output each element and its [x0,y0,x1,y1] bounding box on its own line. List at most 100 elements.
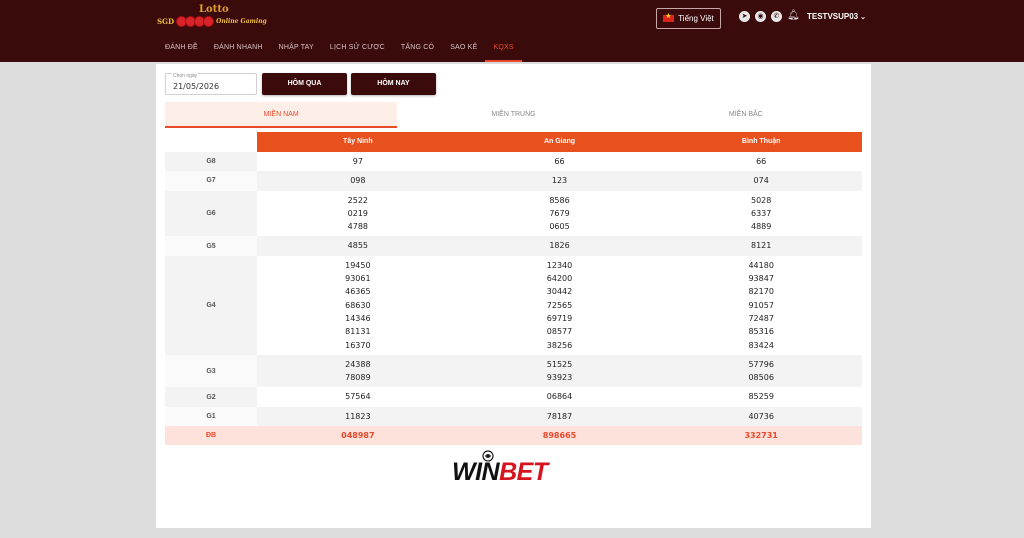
result-cell: 8586 7679 0605 [459,191,661,237]
results-body: G8 97 66 66 G7 098 123 074 G6 2522 0219 4788 8586 767… [165,152,863,446]
nav-item-danh-nhanh[interactable]: ĐÁNH NHANH [206,40,271,62]
table-row: G1 11823 78187 40736 [165,406,863,427]
username: TESTVSUP03 [807,12,859,21]
result-number: 81131 [345,327,371,337]
result-number: 93923 [546,373,573,383]
user-menu[interactable]: TESTVSUP03 ⌄ [807,12,866,21]
result-number: 78187 [546,411,573,421]
prize-label: G1 [165,406,257,427]
result-cell: 97 [257,152,459,171]
result-number: 11823 [345,411,371,421]
result-number: 08577 [546,327,573,337]
header: Lotto SGD Online Gaming ĐÁNH ĐỀ ĐÁNH NHA… [0,0,1024,62]
result-number: 46365 [345,287,371,297]
prize-label: G8 [165,152,257,172]
result-number: 40736 [748,411,774,421]
result-number: 91057 [748,300,774,310]
result-number: 85316 [748,327,774,337]
prize-label: ĐB [165,426,257,446]
result-number: 5028 [751,195,772,205]
result-cell: 57796 08506 [660,354,863,388]
result-number: 16370 [345,340,371,350]
table-row: G2 57564 06864 85259 [165,387,862,407]
results-header: Tây Ninh An Giang Bình Thuận [165,132,863,152]
header-spacer [165,132,257,152]
province-header: An Giang [458,132,661,152]
telegram-icon[interactable]: ➤ [739,11,750,22]
region-tabs: MIỀN NAM MIỀN TRUNG MIỀN BẮC [165,102,862,128]
result-number: 14346 [345,313,371,323]
logo-post-text: Online Gaming [216,18,267,25]
prize-label: G2 [165,387,257,407]
result-cell: 2522 0219 4788 [257,191,459,237]
prize-label: G3 [165,354,257,388]
result-cell: 8121 [660,236,863,256]
winbet-watermark: WINBET [452,450,572,490]
prize-label: G5 [165,236,257,256]
result-cell: 074 [660,171,863,191]
date-picker[interactable]: Chọn ngày 21/05/2026 [165,73,257,95]
result-number: 7679 [549,208,570,218]
result-number: 8121 [751,241,772,251]
result-number: 44180 [748,260,774,270]
result-number: 93847 [748,274,774,284]
date-picker-value: 21/05/2026 [173,82,220,91]
result-number: 57796 [748,359,774,369]
result-cell: 4855 [257,236,459,256]
nav-item-danh-de[interactable]: ĐÁNH ĐỀ [157,40,206,62]
nav-item-nhap-tay[interactable]: NHẬP TAY [271,40,322,62]
result-number: 4889 [751,222,772,232]
nav-item-lich-su-cuoc[interactable]: LỊCH SỬ CƯỢC [322,40,393,62]
logo[interactable]: Lotto SGD Online Gaming [157,4,267,30]
result-cell: 24388 78089 [257,354,459,388]
nav-item-kqxs[interactable]: KQXS [485,40,522,62]
result-cell: 123 [458,171,661,191]
result-number: 68630 [345,300,371,310]
result-number: 2522 [347,195,369,205]
results-table: Tây Ninh An Giang Bình Thuận G8 97 66 66 G7 0… [165,132,863,446]
result-number: 0605 [549,222,570,232]
tab-mien-trung[interactable]: MIỀN TRUNG [397,102,629,128]
result-number: 1826 [549,241,570,251]
viber-icon[interactable]: ◉ [755,11,766,22]
watermark-text: WINBET [452,458,548,487]
table-row: G7 098 123 074 [165,171,863,191]
result-cell: 898665 [458,426,661,446]
result-cell: 57564 [257,387,459,406]
result-cell: 12340 64200 30442 72565 69719 08577 38256 [459,256,661,355]
whatsapp-icon[interactable]: ✆ [771,11,782,22]
watermark-bet: BET [499,458,548,486]
bell-icon[interactable]: 🔔︎ [787,10,800,22]
result-cell: 098 [257,171,459,191]
result-number: 4788 [347,222,369,232]
province-header: Tây Ninh [257,132,459,152]
result-number: 898665 [542,431,577,441]
main-nav: ĐÁNH ĐỀ ĐÁNH NHANH NHẬP TAY LỊCH SỬ CƯỢC… [157,40,522,62]
today-button[interactable]: HÔM NAY [351,73,436,95]
nav-item-tang-co[interactable]: TĂNG CÓ [393,40,442,62]
result-number: 8586 [549,195,570,205]
result-number: 66 [554,157,565,166]
language-label: Tiếng Việt [678,14,714,23]
result-number: 57564 [345,392,371,402]
table-row: G4 19450 93061 46365 68630 14346 81131 16370 123… [165,255,862,355]
result-number: 66 [756,157,767,166]
prize-label: G4 [165,255,257,355]
result-number: 0219 [347,208,369,218]
result-number: 38256 [546,340,573,350]
language-button[interactable]: Tiếng Việt [656,8,721,29]
table-row: ĐB 048987 898665 332731 [165,426,863,446]
tab-mien-nam[interactable]: MIỀN NAM [165,102,398,128]
logo-pre-text: SGD [157,17,175,26]
logo-ball-icon [203,16,215,27]
result-number: 332731 [744,431,778,441]
tab-mien-bac[interactable]: MIỀN BẮC [630,102,862,128]
result-cell: 06864 [459,387,661,406]
yesterday-button[interactable]: HÔM QUA [262,73,347,95]
result-number: 048987 [341,431,375,441]
result-number: 123 [551,176,568,186]
prize-label: G6 [165,190,257,237]
nav-item-sao-ke[interactable]: SAO KÊ [442,40,485,62]
result-number: 69719 [546,313,573,323]
result-number: 12340 [546,260,573,270]
